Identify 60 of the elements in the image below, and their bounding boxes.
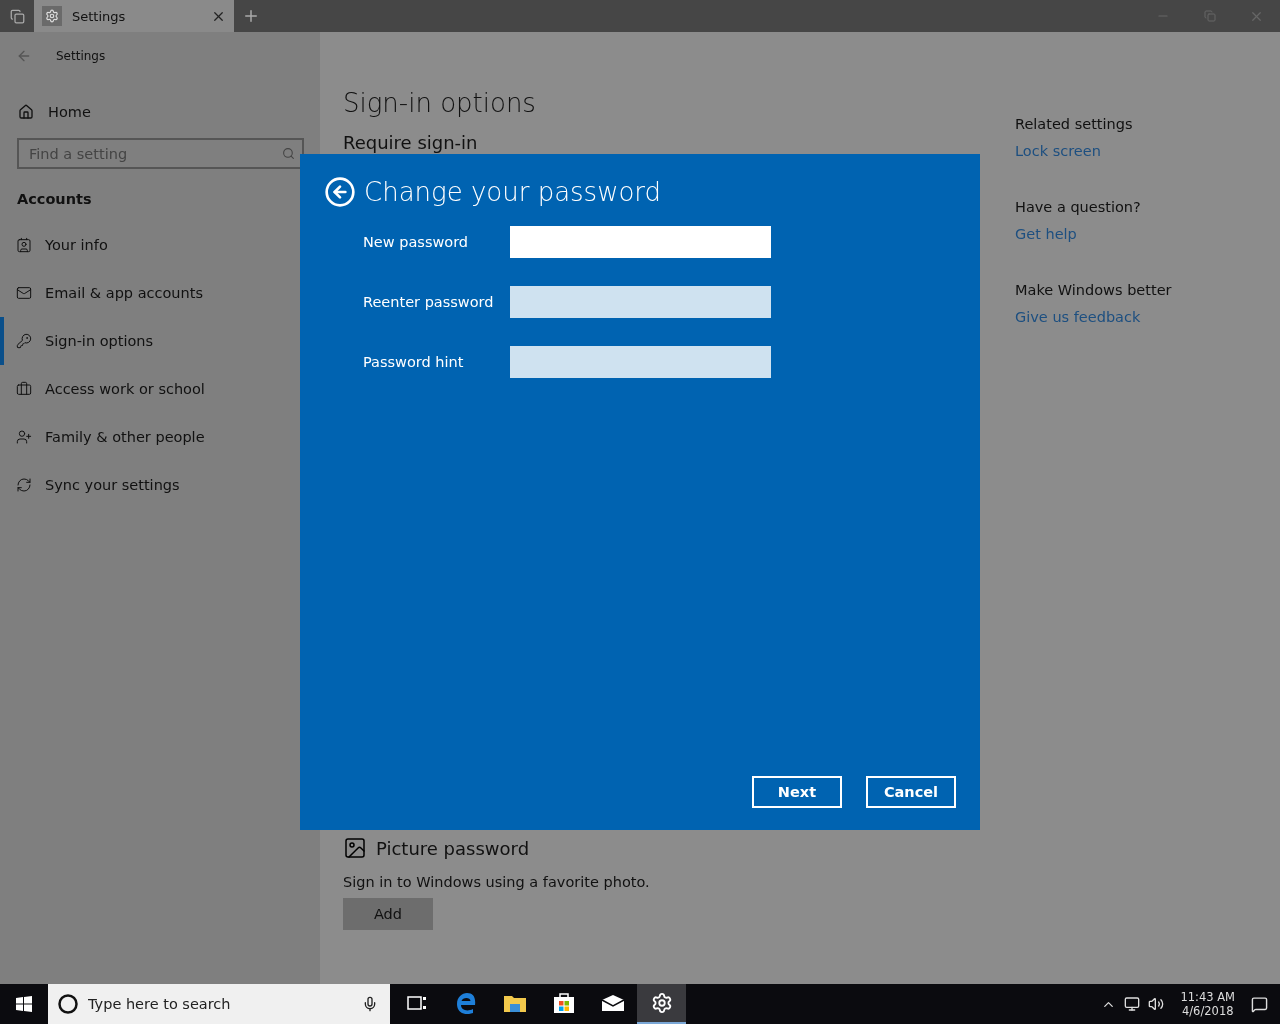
search-icon: [282, 147, 295, 160]
shopping-bag-icon: [552, 992, 575, 1014]
envelope-icon: [600, 994, 625, 1012]
envelope-icon: [16, 285, 32, 301]
related-heading: Related settings: [1015, 116, 1134, 132]
task-view-icon: [406, 994, 427, 1012]
date: 4/6/2018: [1181, 1004, 1234, 1018]
cancel-button[interactable]: Cancel: [866, 776, 956, 808]
contact-card-icon: [16, 237, 32, 253]
next-button[interactable]: Next: [752, 776, 842, 808]
related-link[interactable]: Lock screen: [1015, 143, 1172, 159]
related-heading: Have a question?: [1015, 199, 1142, 215]
home-item[interactable]: Home: [0, 96, 320, 128]
network-icon[interactable]: [1124, 996, 1141, 1012]
nav-item[interactable]: Family & other people: [0, 413, 320, 461]
section-heading: Require sign-in: [343, 132, 479, 153]
nav-item[interactable]: Access work or school: [0, 365, 320, 413]
related-heading: Make Windows better: [1015, 282, 1172, 298]
section-heading: Accounts: [16, 191, 93, 207]
gear-icon: [650, 992, 673, 1014]
sync-icon: [16, 477, 32, 493]
field-label: Password hint: [363, 354, 465, 370]
nav-item[interactable]: Email & app accounts: [0, 269, 320, 317]
briefcase-icon: [16, 381, 32, 397]
nav-item[interactable]: Your info: [0, 221, 320, 269]
microphone-icon[interactable]: [362, 996, 378, 1012]
dialog-title: Change your password: [364, 177, 662, 207]
gear-icon: [42, 6, 62, 26]
page-title: Sign-in options: [343, 88, 537, 120]
folder-icon: [502, 993, 527, 1013]
description: Sign in to Windows using a favorite photo.: [343, 874, 651, 890]
related-link[interactable]: Give us feedback: [1015, 309, 1172, 325]
nav-item[interactable]: Sync your settings: [0, 461, 320, 509]
circle-icon: [57, 993, 79, 1015]
related-link[interactable]: Get help: [1015, 226, 1172, 242]
clock[interactable]: 11:43 AM 4/6/2018: [1172, 990, 1243, 1018]
person-add-icon: [16, 429, 32, 445]
taskbar-app[interactable]: [637, 984, 686, 1024]
home-icon: [18, 104, 34, 120]
browser-e-icon: [454, 992, 477, 1014]
taskbar-search-field[interactable]: Type here to search: [48, 984, 390, 1024]
field-label: Reenter password: [363, 294, 495, 310]
password-field[interactable]: [510, 226, 771, 258]
password-field[interactable]: [510, 286, 771, 318]
speaker-icon[interactable]: [1148, 996, 1165, 1012]
key-icon: [16, 333, 32, 349]
windows-logo-icon: [16, 996, 32, 1012]
password-field[interactable]: [510, 346, 771, 378]
section-heading: Picture password: [376, 837, 530, 859]
add-button[interactable]: Add: [343, 898, 433, 930]
new-tab-icon[interactable]: [242, 7, 260, 25]
app-title: Settings: [56, 49, 106, 63]
time: 11:43 AM: [1180, 990, 1235, 1004]
tab-label: Settings: [72, 8, 127, 24]
search-field[interactable]: Find a setting: [17, 138, 304, 169]
picture-icon: [343, 836, 367, 860]
notification-icon[interactable]: [1251, 995, 1268, 1013]
field-label: New password: [363, 234, 470, 250]
tabs-icon[interactable]: [9, 8, 25, 24]
settings-tab[interactable]: Settings: [34, 0, 234, 32]
